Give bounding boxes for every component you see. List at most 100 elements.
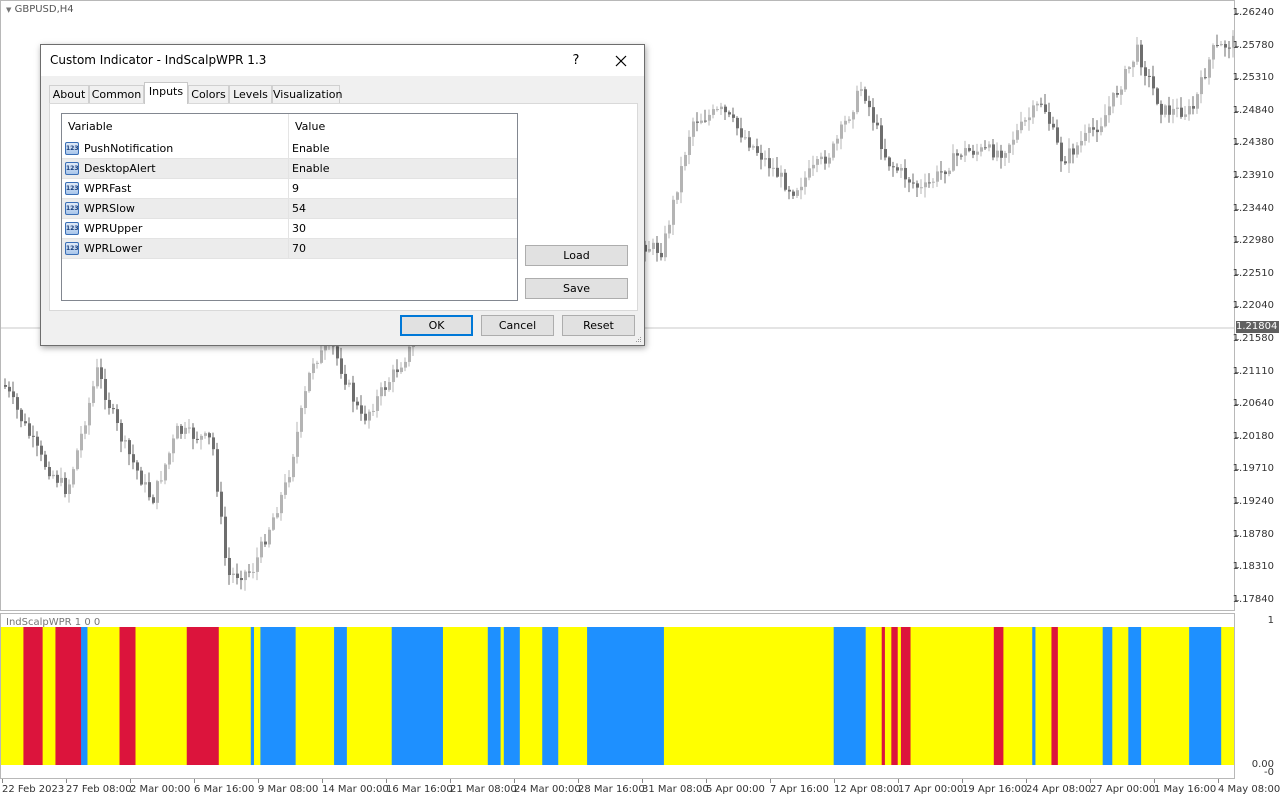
candle xyxy=(264,533,267,547)
candle xyxy=(728,110,731,118)
candle xyxy=(892,161,895,177)
indicator-title: IndScalpWPR 1 0 0 xyxy=(6,617,101,628)
candle xyxy=(752,144,755,150)
candle xyxy=(148,472,151,501)
variable-value[interactable]: 70 xyxy=(292,239,306,259)
tab-inputs[interactable]: Inputs xyxy=(144,82,188,104)
candle xyxy=(348,379,351,388)
candle xyxy=(160,470,163,484)
candle xyxy=(244,569,247,591)
candle xyxy=(236,563,239,585)
ok-button[interactable]: OK xyxy=(400,315,473,336)
candle xyxy=(220,481,223,525)
candle xyxy=(1152,65,1155,96)
indicator-axis-bottom2: -0 xyxy=(1264,767,1274,778)
variable-value[interactable]: 30 xyxy=(292,219,306,239)
cancel-button[interactable]: Cancel xyxy=(481,315,554,336)
price-tick-label: 1.18310 xyxy=(1232,561,1274,573)
time-tick-label: 1 May 16:00 xyxy=(1154,784,1217,795)
time-tick-mark xyxy=(130,779,131,783)
price-tick-label: 1.24380 xyxy=(1232,137,1274,149)
table-row[interactable]: 123 WPRLower 70 xyxy=(62,239,517,259)
candle xyxy=(796,187,799,199)
resize-grip-icon[interactable] xyxy=(634,335,642,343)
indicator-subwindow[interactable] xyxy=(0,613,1235,779)
time-tick-mark xyxy=(66,779,67,783)
candle xyxy=(176,423,179,440)
tab-visualization[interactable]: Visualization xyxy=(272,85,342,103)
candle xyxy=(208,431,211,445)
candle xyxy=(1220,40,1223,47)
candle xyxy=(756,138,759,156)
load-button[interactable]: Load xyxy=(525,245,628,266)
candle xyxy=(1160,100,1163,124)
reset-button[interactable]: Reset xyxy=(562,315,635,336)
inputs-table[interactable]: Variable Value 123 PushNotification Enab… xyxy=(61,113,518,301)
table-row[interactable]: 123 WPRSlow 54 xyxy=(62,199,517,219)
price-axis[interactable]: 1.26240 1.25780 1.25310 1.24840 1.24380 1.239… xyxy=(1232,0,1280,611)
table-row[interactable]: 123 DesktopAlert Enable xyxy=(62,159,517,179)
tab-common[interactable]: Common xyxy=(89,85,144,103)
candle xyxy=(820,152,823,165)
candle xyxy=(824,150,827,170)
candle xyxy=(320,345,323,365)
candle xyxy=(28,417,31,439)
candle xyxy=(340,347,343,379)
chart-menu-triangle-icon[interactable]: ▼ xyxy=(6,6,11,14)
candle xyxy=(720,102,723,115)
candle xyxy=(1100,117,1103,136)
inputs-panel: Variable Value 123 PushNotification Enab… xyxy=(49,103,638,311)
dialog-titlebar[interactable]: Custom Indicator - IndScalpWPR 1.3 ? xyxy=(41,45,644,76)
integer-type-icon: 123 xyxy=(65,162,79,175)
candle xyxy=(68,479,71,503)
time-tick-mark xyxy=(514,779,515,783)
candle xyxy=(1104,104,1107,128)
close-button[interactable] xyxy=(606,45,636,76)
candle xyxy=(1116,85,1119,98)
time-axis[interactable]: 22 Feb 2023 27 Feb 08:00 2 Mar 00:00 6 Mar … xyxy=(0,779,1280,800)
candle xyxy=(920,179,923,195)
tab-levels[interactable]: Levels xyxy=(229,85,272,103)
candle xyxy=(152,494,155,505)
candle xyxy=(64,472,67,498)
candle xyxy=(768,148,771,177)
candle xyxy=(876,114,879,130)
candle xyxy=(344,364,347,390)
variable-value[interactable]: Enable xyxy=(292,139,329,159)
candle xyxy=(136,460,139,480)
time-tick-mark xyxy=(1218,779,1219,783)
candle xyxy=(196,431,199,444)
table-row[interactable]: 123 WPRUpper 30 xyxy=(62,219,517,239)
candle xyxy=(216,442,219,497)
variable-value[interactable]: Enable xyxy=(292,159,329,179)
candle xyxy=(1052,116,1055,130)
variable-value[interactable]: 54 xyxy=(292,199,306,219)
candle xyxy=(308,371,311,393)
time-tick-label: 27 Feb 08:00 xyxy=(66,784,132,795)
table-row[interactable]: 123 PushNotification Enable xyxy=(62,139,517,159)
candle xyxy=(1016,123,1019,144)
candle xyxy=(1080,131,1083,153)
tab-colors[interactable]: Colors xyxy=(188,85,229,103)
candle xyxy=(712,104,715,119)
candle xyxy=(1096,120,1099,142)
price-tick-label: 1.23440 xyxy=(1232,202,1274,214)
integer-type-icon: 123 xyxy=(65,202,79,215)
table-row[interactable]: 123 WPRFast 9 xyxy=(62,179,517,199)
candle xyxy=(864,86,867,104)
help-button[interactable]: ? xyxy=(561,45,591,76)
save-button[interactable]: Save xyxy=(525,278,628,299)
candle xyxy=(356,397,359,410)
custom-indicator-dialog[interactable]: Custom Indicator - IndScalpWPR 1.3 ? Abo… xyxy=(40,44,645,346)
column-header-variable[interactable]: Variable xyxy=(62,114,288,139)
candle xyxy=(368,409,371,429)
variable-value[interactable]: 9 xyxy=(292,179,299,199)
candle xyxy=(1020,111,1023,134)
candle xyxy=(1136,36,1139,65)
column-header-value[interactable]: Value xyxy=(289,114,517,139)
candle xyxy=(376,389,379,418)
tab-about[interactable]: About xyxy=(49,85,89,103)
candle xyxy=(112,403,115,414)
candle xyxy=(912,173,915,189)
candle xyxy=(212,432,215,456)
